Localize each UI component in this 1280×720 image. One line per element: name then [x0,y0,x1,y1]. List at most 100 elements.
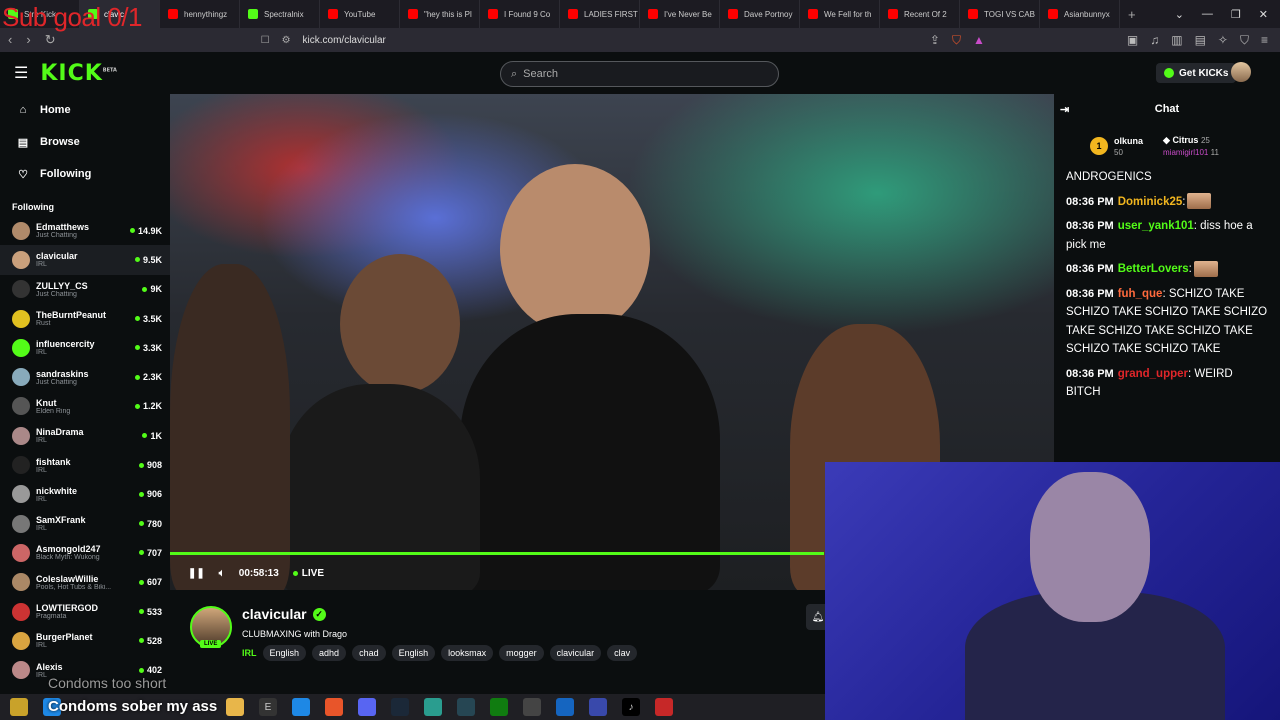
maximize-icon[interactable]: ❐ [1231,8,1241,21]
browser-tab[interactable]: I Found 9 Co [480,0,560,28]
leader-name[interactable]: ◆ Citrus 25 [1163,135,1219,146]
sidebar-channel[interactable]: ZULLYY_CS Just Chatting 9K [0,275,170,304]
channel-name: LOWTIERGOD [36,603,98,613]
sidebar-channel[interactable]: TheBurntPeanut Rust 3.5K [0,304,170,333]
sidebar-channel[interactable]: SamXFrank IRL 780 [0,509,170,538]
pause-icon[interactable]: ❚❚ [188,568,205,579]
epic-icon[interactable]: E [259,698,277,716]
chat-message: ANDROGENICS [1066,168,1268,187]
reload-icon[interactable]: ↻ [45,32,56,48]
stream-tag[interactable]: mogger [499,645,544,661]
brave-icon[interactable] [325,698,343,716]
stream-tag[interactable]: looksmax [441,645,494,661]
screenshot-icon[interactable]: ▣ [1127,33,1138,48]
xbox-icon[interactable] [490,698,508,716]
app-icon[interactable] [589,698,607,716]
discord-icon[interactable] [358,698,376,716]
sidebar-channel[interactable]: BurgerPlanet IRL 528 [0,626,170,655]
app-icon[interactable] [655,698,673,716]
volume-icon[interactable]: 🔈︎ [219,568,225,579]
rewards-icon[interactable]: ▲ [973,33,985,48]
channel-avatar [12,514,30,533]
chat-username[interactable]: BetterLovers [1118,263,1189,275]
channel-name: Asmongold247 [36,544,101,555]
collapse-chat-icon[interactable]: ⇥ [1060,103,1069,116]
wallet-icon[interactable]: ▤ [1195,33,1206,48]
channel-name: clavicular [36,251,78,262]
browser-tab[interactable]: hennythingz [160,0,240,28]
stream-tag[interactable]: clavicular [549,645,602,661]
app-icon[interactable] [457,698,475,716]
browser-tab[interactable]: LADIES FIRST [560,0,640,28]
progress-bar[interactable] [170,552,824,555]
tiktok-icon[interactable]: ♪ [622,698,640,716]
viewer-count: 528 [138,636,162,646]
new-tab-button[interactable]: + [1128,7,1136,22]
site-info-icon[interactable]: ⚙ [282,35,291,46]
menu-icon[interactable]: ≡ [1261,33,1268,48]
sidebar-nav-browse[interactable]: ▤ Browse [0,126,170,158]
browser-tab[interactable]: "hey this is Pl [400,0,480,28]
sidebar-channel[interactable]: influencercity IRL 3.3K [0,333,170,362]
sidebar-channel[interactable]: Edmatthews Just Chatting 14.9K [0,216,170,245]
back-icon[interactable]: ‹ [8,32,12,48]
chat-username[interactable]: fuh_que [1118,288,1163,300]
url-field[interactable]: kick.com/clavicular [303,35,386,46]
sidebar-nav-home[interactable]: ⌂ Home [0,94,170,126]
browser-tab[interactable]: I've Never Be [640,0,720,28]
folder-icon[interactable] [226,698,244,716]
sidebar-channel[interactable]: Knut Elden Ring 1.2K [0,392,170,421]
browser-tab[interactable]: Asianbunnyx [1040,0,1120,28]
stream-tag[interactable]: English [391,645,436,661]
stream-tag[interactable]: chad [352,645,386,661]
chat-username[interactable]: Dominick25 [1118,196,1183,208]
app-icon[interactable] [556,698,574,716]
sidebar-channel[interactable]: ColeslawWillie Pools, Hot Tubs & Biki... 6… [0,568,170,597]
minimize-icon[interactable]: — [1202,8,1213,21]
channel-avatar [12,368,30,387]
browser-tab[interactable]: We Fell for th [800,0,880,28]
sidebar-icon[interactable]: ▥ [1171,33,1182,48]
steam-icon[interactable] [391,698,409,716]
shield-icon[interactable]: ⛉ [952,33,961,48]
app-icon[interactable] [424,698,442,716]
browser-tab[interactable]: Recent Of 2 [880,0,960,28]
browser-tab[interactable]: Spectralnix [240,0,320,28]
leader-name[interactable]: olkuna [1114,136,1143,146]
music-icon[interactable]: ♫ [1150,33,1159,48]
vpn-icon[interactable]: ⛉ [1240,33,1249,48]
app-icon[interactable] [523,698,541,716]
stream-tag[interactable]: English [262,645,307,661]
category-link[interactable]: IRL [242,648,257,658]
browser-tab[interactable]: TOGI VS CAB [960,0,1040,28]
get-kicks-button[interactable]: Get KICKs [1156,63,1237,83]
widgets-icon[interactable] [10,698,28,716]
bookmark-icon[interactable]: ☐ [261,35,270,46]
leader-name[interactable]: miamigirl101 11 [1163,148,1219,157]
chat-username[interactable]: grand_upper [1118,368,1188,380]
share-icon[interactable]: ⇪ [930,33,940,48]
sidebar-channel[interactable]: Asmongold247 Black Myth: Wukong 707 [0,538,170,567]
close-icon[interactable]: ✕ [1259,8,1268,21]
sidebar-channel[interactable]: clavicular IRL 9.5K [0,245,170,275]
sidebar-nav-following[interactable]: ♡ Following [0,158,170,190]
leo-icon[interactable]: ✧ [1218,33,1228,48]
sidebar-channel[interactable]: nickwhite IRL 906 [0,480,170,509]
browser-tab[interactable]: Dave Portnoy [720,0,800,28]
sidebar-channel[interactable]: NinaDrama IRL 1K [0,421,170,450]
hamburger-icon[interactable]: ☰ [14,63,28,83]
sidebar-channel[interactable]: LOWTIERGOD Pragmata 533 [0,597,170,626]
streamer-name[interactable]: clavicular ✓ [242,606,326,622]
app-icon[interactable] [292,698,310,716]
stream-tag[interactable]: adhd [312,645,347,661]
forward-icon[interactable]: › [26,32,30,48]
stream-tag[interactable]: clav [607,645,638,661]
search-input[interactable]: ⌕ Search [500,61,779,87]
chat-username[interactable]: user_yank101 [1118,220,1194,232]
kick-logo[interactable]: KICKBETA [40,61,117,86]
sidebar-channel[interactable]: sandraskins Just Chatting 2.3K [0,362,170,391]
browser-tab[interactable]: YouTube [320,0,400,28]
user-avatar[interactable] [1231,62,1251,82]
sidebar-channel[interactable]: fishtank IRL 908 [0,450,170,479]
chevron-down-icon[interactable]: ⌄ [1175,8,1184,21]
